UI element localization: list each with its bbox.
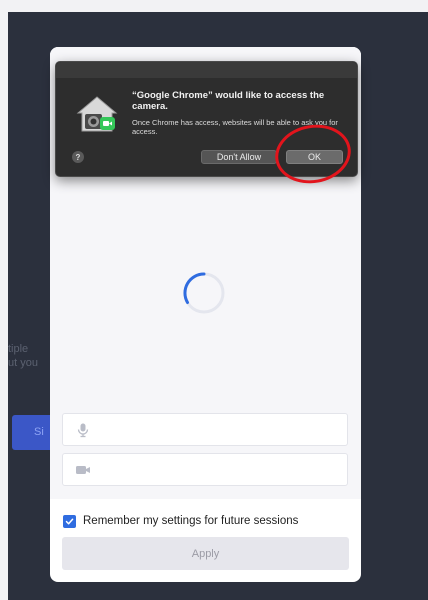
camera-icon: [76, 466, 90, 474]
background-text-line: tiple: [8, 343, 29, 355]
camera-select[interactable]: [62, 453, 348, 486]
remember-settings-checkbox[interactable]: [63, 514, 76, 528]
dialog-titlebar: [56, 62, 357, 78]
microphone-icon: [77, 423, 89, 438]
apply-button[interactable]: Apply: [62, 537, 349, 570]
facetime-camera-app-icon: [76, 96, 118, 132]
loading-spinner: [183, 272, 225, 314]
remember-settings-label: Remember my settings for future sessions: [83, 515, 299, 527]
remember-settings-row[interactable]: Remember my settings for future sessions: [63, 513, 298, 529]
dont-allow-button[interactable]: Don't Allow: [201, 150, 277, 164]
microphone-select[interactable]: [62, 413, 348, 446]
help-button[interactable]: ?: [72, 151, 84, 163]
checkmark-icon: [65, 518, 74, 524]
background-button-label: Si: [34, 426, 44, 438]
dialog-title: “Google Chrome” would like to access the…: [132, 90, 325, 112]
background-text-line: ut you: [8, 357, 38, 369]
